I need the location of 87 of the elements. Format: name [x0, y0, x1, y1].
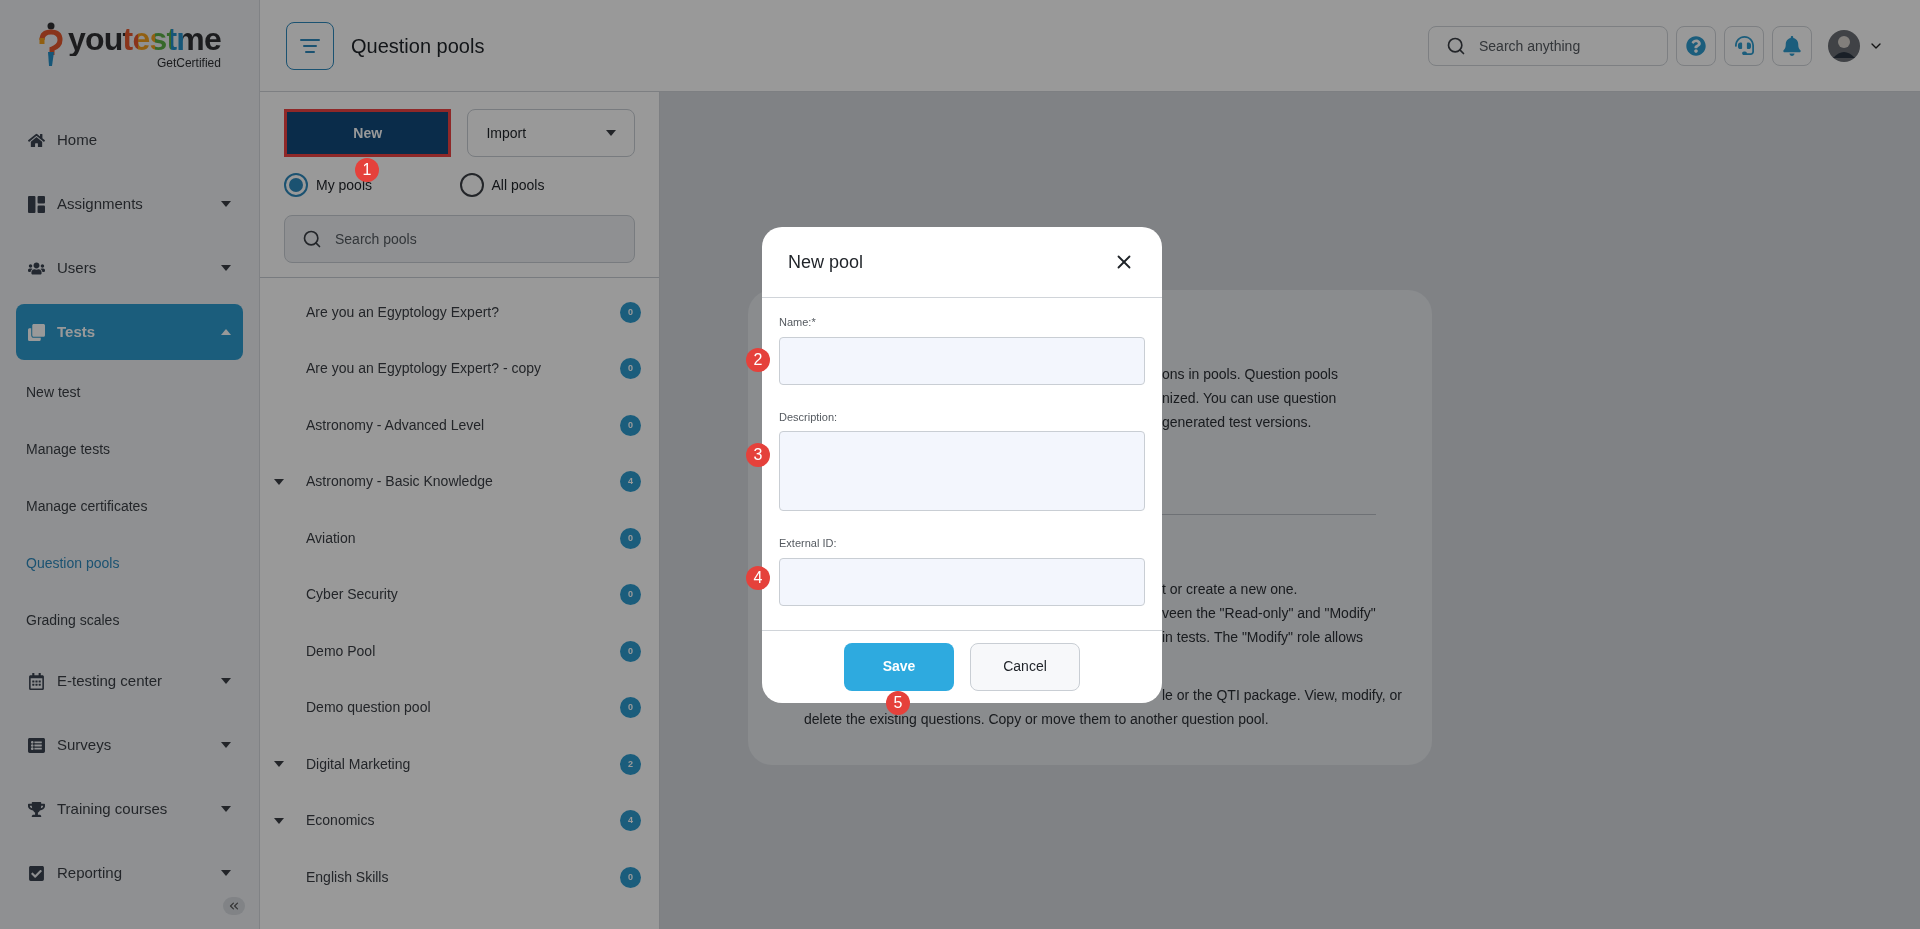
- pool-name: Aviation: [306, 528, 357, 548]
- notifications-button[interactable]: [1772, 25, 1812, 66]
- pool-row[interactable]: Are you an Egyptology Expert? 0: [260, 284, 659, 341]
- bell-icon: [1782, 35, 1802, 56]
- import-dropdown[interactable]: Import: [467, 109, 635, 157]
- headset-icon: [1734, 36, 1754, 55]
- pool-filter-radio[interactable]: All pools: [459, 173, 635, 197]
- search-icon: [302, 229, 322, 249]
- pool-name: Demo Pool: [306, 641, 377, 661]
- info-text: t or create a new one.: [1162, 580, 1298, 599]
- field-label: Description:: [779, 409, 839, 425]
- question-count: 0: [620, 527, 641, 549]
- nav-item[interactable]: Reporting: [16, 845, 243, 901]
- question-count: 0: [620, 697, 641, 719]
- pool-row[interactable]: Economics 4: [260, 792, 659, 849]
- global-search-field[interactable]: Search anything: [1428, 25, 1668, 66]
- info-text: le or the QTI package. View, modify, or: [1162, 686, 1402, 705]
- question-count: 0: [620, 358, 641, 380]
- text-field[interactable]: [779, 336, 1145, 385]
- pool-row[interactable]: Astronomy - Advanced Level 0: [260, 397, 659, 454]
- collapse-sidebar-button[interactable]: [223, 897, 245, 915]
- checkbox-icon: [28, 864, 45, 882]
- search-icon: [1446, 35, 1466, 56]
- list-icon: [28, 736, 45, 754]
- help-button[interactable]: [1676, 25, 1716, 66]
- avatar-icon: [1828, 29, 1860, 62]
- nav-subitem[interactable]: Manage tests: [16, 421, 243, 478]
- pool-name: Astronomy - Basic Knowledge: [306, 472, 494, 492]
- question-count: 2: [620, 753, 641, 775]
- nav-item[interactable]: Surveys: [16, 717, 243, 773]
- question-count: 4: [620, 810, 641, 832]
- nav-item[interactable]: E-testing center: [16, 653, 243, 709]
- question-count: 0: [620, 414, 641, 436]
- nav-item[interactable]: Home: [16, 112, 243, 168]
- pool-name: Astronomy - Advanced Level: [306, 415, 486, 435]
- info-text: nized. You can use question: [1162, 389, 1337, 408]
- info-text: in tests. The "Modify" role allows: [1162, 628, 1364, 647]
- dialog-title: New pool: [788, 250, 864, 274]
- help-icon: [1686, 35, 1706, 56]
- house-icon: [28, 131, 45, 149]
- description-field[interactable]: [779, 431, 1145, 512]
- caret-icon: [606, 130, 616, 136]
- menu-icon: [300, 38, 320, 53]
- pool-search-field[interactable]: Search pools: [284, 215, 635, 263]
- question-count: 0: [620, 866, 641, 888]
- field-label: External ID:: [779, 536, 838, 552]
- new-button[interactable]: New: [284, 109, 452, 157]
- menu-button[interactable]: [286, 21, 334, 70]
- pool-name: Are you an Egyptology Expert?: [306, 302, 500, 322]
- support-button[interactable]: [1724, 25, 1764, 66]
- pool-name: Are you an Egyptology Expert? - copy: [306, 359, 543, 379]
- nav-item[interactable]: Assignments: [16, 176, 243, 232]
- pool-name: Cyber Security: [306, 585, 399, 605]
- pool-row[interactable]: Demo question pool 0: [260, 679, 659, 736]
- trophy-icon: [28, 800, 45, 818]
- info-text: generated test versions.: [1162, 413, 1312, 432]
- info-text: ons in pools. Question pools: [1162, 365, 1338, 384]
- nav-subitem[interactable]: Manage certificates: [16, 478, 243, 535]
- pool-name: Economics: [306, 811, 376, 831]
- pool-row[interactable]: Digital Marketing 2: [260, 736, 659, 793]
- question-count: 0: [620, 640, 641, 662]
- double-chevron-left-icon: [227, 899, 241, 913]
- grid-icon: [28, 195, 45, 213]
- pool-row[interactable]: Aviation 0: [260, 510, 659, 567]
- calendar-icon: [28, 672, 45, 690]
- pool-name: Demo question pool: [306, 698, 432, 718]
- pool-name: English Skills: [306, 867, 390, 887]
- nav-item[interactable]: Training courses: [16, 781, 243, 837]
- pool-row[interactable]: Astronomy - Basic Knowledge 4: [260, 453, 659, 510]
- pool-row[interactable]: Are you an Egyptology Expert? - copy 0: [260, 340, 659, 397]
- nav-subitem[interactable]: Grading scales: [16, 592, 243, 649]
- nav-item[interactable]: Users: [16, 240, 243, 296]
- pool-row[interactable]: English Skills 0: [260, 849, 659, 906]
- logo-tagline: GetCertified: [156, 56, 221, 70]
- nav-subitem[interactable]: New test: [16, 364, 243, 421]
- pool-name: Digital Marketing: [306, 754, 412, 774]
- question-count: 4: [620, 471, 641, 493]
- question-count: 0: [620, 301, 641, 323]
- pool-row[interactable]: Demo Pool 0: [260, 623, 659, 680]
- stacked-squares-icon: [28, 323, 45, 341]
- question-count: 0: [620, 584, 641, 606]
- info-text: veen the "Read-only" and "Modify": [1162, 604, 1376, 623]
- cancel-button[interactable]: Cancel: [970, 642, 1080, 691]
- page-title: Question pools: [351, 33, 485, 59]
- text-field[interactable]: [779, 557, 1145, 606]
- pool-row[interactable]: Cyber Security 0: [260, 566, 659, 623]
- field-label: Name:*: [779, 315, 817, 331]
